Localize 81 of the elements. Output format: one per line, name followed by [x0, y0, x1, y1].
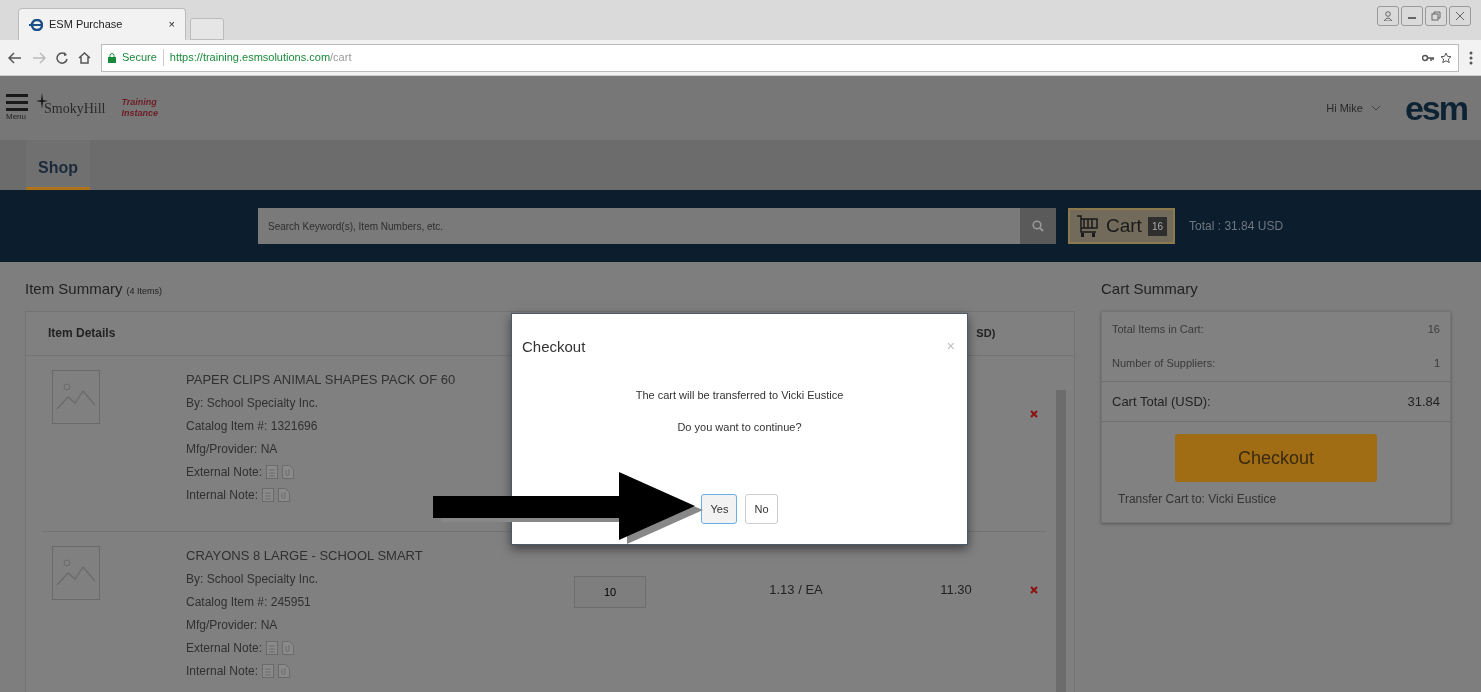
note-label: External Note: [186, 640, 263, 657]
checkout-button[interactable]: Checkout [1175, 434, 1377, 482]
secure-label: Secure [122, 49, 164, 66]
remove-icon[interactable] [1030, 585, 1038, 594]
key-icon[interactable] [1422, 53, 1434, 62]
note-icon[interactable] [262, 664, 275, 678]
menu-icon [6, 93, 28, 111]
item-name: PAPER CLIPS ANIMAL SHAPES PACK OF 60 [186, 370, 457, 389]
cart-button[interactable]: Cart 16 [1068, 208, 1176, 244]
summary-label: Total Items in Cart: [1112, 321, 1204, 337]
reload-icon[interactable] [56, 51, 68, 64]
summary-label: Cart Total (USD): [1112, 392, 1211, 411]
tab-title: ESM Purchase [49, 17, 124, 33]
dialog-button[interactable]: Yes [701, 493, 738, 524]
nav-tab[interactable]: Shop [26, 140, 90, 190]
remove-icon[interactable] [1030, 409, 1038, 418]
summary-label: Number of Suppliers: [1112, 356, 1216, 371]
home-icon[interactable] [78, 51, 91, 64]
cart-count-badge: 16 [1147, 216, 1168, 236]
browser-tab[interactable]: ESM Purchase × [18, 8, 186, 40]
dialog-button[interactable]: No [745, 493, 778, 524]
minimize-button[interactable] [1401, 6, 1423, 26]
browser-logo-icon [29, 18, 43, 31]
note-icon[interactable] [266, 465, 279, 479]
back-icon[interactable] [8, 51, 22, 64]
summary-value: 31.84 [1407, 392, 1440, 411]
search-button[interactable] [1020, 208, 1056, 244]
attachment-icon[interactable] [278, 488, 291, 502]
instance-label: Training Instance [121, 97, 159, 119]
dialog-message: Do you want to continue? [677, 420, 802, 435]
user-menu[interactable]: Hi Mike [1326, 99, 1381, 117]
new-tab-button[interactable] [190, 18, 224, 40]
close-icon [1455, 11, 1465, 21]
note-icon[interactable] [262, 488, 275, 502]
attachment-icon[interactable] [282, 641, 295, 655]
restore-icon [1431, 11, 1441, 21]
item-detail: By: School Specialty Inc. [186, 571, 320, 588]
tab-close-button[interactable]: × [168, 16, 175, 33]
cart-total-text: Total : 31.84 USD [1189, 218, 1284, 235]
note-label: Internal Note: [186, 487, 259, 504]
menu-button[interactable]: Menu [6, 93, 28, 123]
attachment-icon[interactable] [282, 465, 295, 479]
item-detail: Catalog Item #: 1321696 [186, 418, 319, 435]
item-count: (4 Items) [126, 285, 163, 298]
dialog-message: The cart will be transferred to Vicki Eustice [635, 387, 844, 403]
section-title: Item Summary [25, 279, 123, 299]
profile-button[interactable] [1377, 6, 1399, 26]
column-header: SD) [976, 325, 996, 341]
attachment-icon[interactable] [278, 664, 291, 678]
section-title: Cart Summary [1101, 279, 1199, 299]
search-icon [1032, 220, 1044, 232]
chevron-down-icon [1370, 105, 1381, 111]
summary-value: 1 [1433, 356, 1440, 371]
quantity-field[interactable]: 10 [574, 575, 646, 608]
brand-logo: esm [1404, 91, 1467, 125]
item-detail: Catalog Item #: 245951 [186, 594, 312, 611]
close-button[interactable] [1449, 6, 1471, 26]
item-detail: Mfg/Provider: NA [186, 441, 279, 458]
line-total: 11.30 [939, 580, 973, 599]
restore-button[interactable] [1425, 6, 1447, 26]
lock-icon [108, 52, 116, 63]
transfer-note: Transfer Cart to: Vicki Eustice [1117, 491, 1278, 508]
search-field[interactable]: Search Keyword(s), Item Numbers, etc. [258, 208, 1020, 244]
item-detail: By: School Specialty Inc. [186, 395, 320, 412]
dialog-title: Checkout [522, 337, 586, 357]
unit-price: 1.13 / EA [768, 580, 824, 599]
note-label: External Note: [186, 464, 263, 481]
cart-icon [1076, 214, 1100, 238]
note-icon[interactable] [266, 641, 279, 655]
item-detail: Mfg/Provider: NA [186, 617, 279, 634]
item-name: CRAYONS 8 LARGE - SCHOOL SMART [186, 546, 424, 565]
address-bar[interactable]: Secure https://training.esmsolutions.com/cart [101, 43, 1459, 72]
star-icon[interactable] [1440, 51, 1452, 64]
url-text: https://training.esmsolutions.com/cart [169, 50, 352, 66]
logo-text: SmokyHill [44, 99, 106, 118]
summary-value: 16 [1427, 321, 1440, 337]
column-header: Item Details [48, 325, 116, 342]
more-menu-icon[interactable] [1469, 50, 1473, 65]
forward-icon[interactable] [32, 51, 46, 64]
note-label: Internal Note: [186, 663, 259, 680]
person-icon [1383, 11, 1393, 21]
